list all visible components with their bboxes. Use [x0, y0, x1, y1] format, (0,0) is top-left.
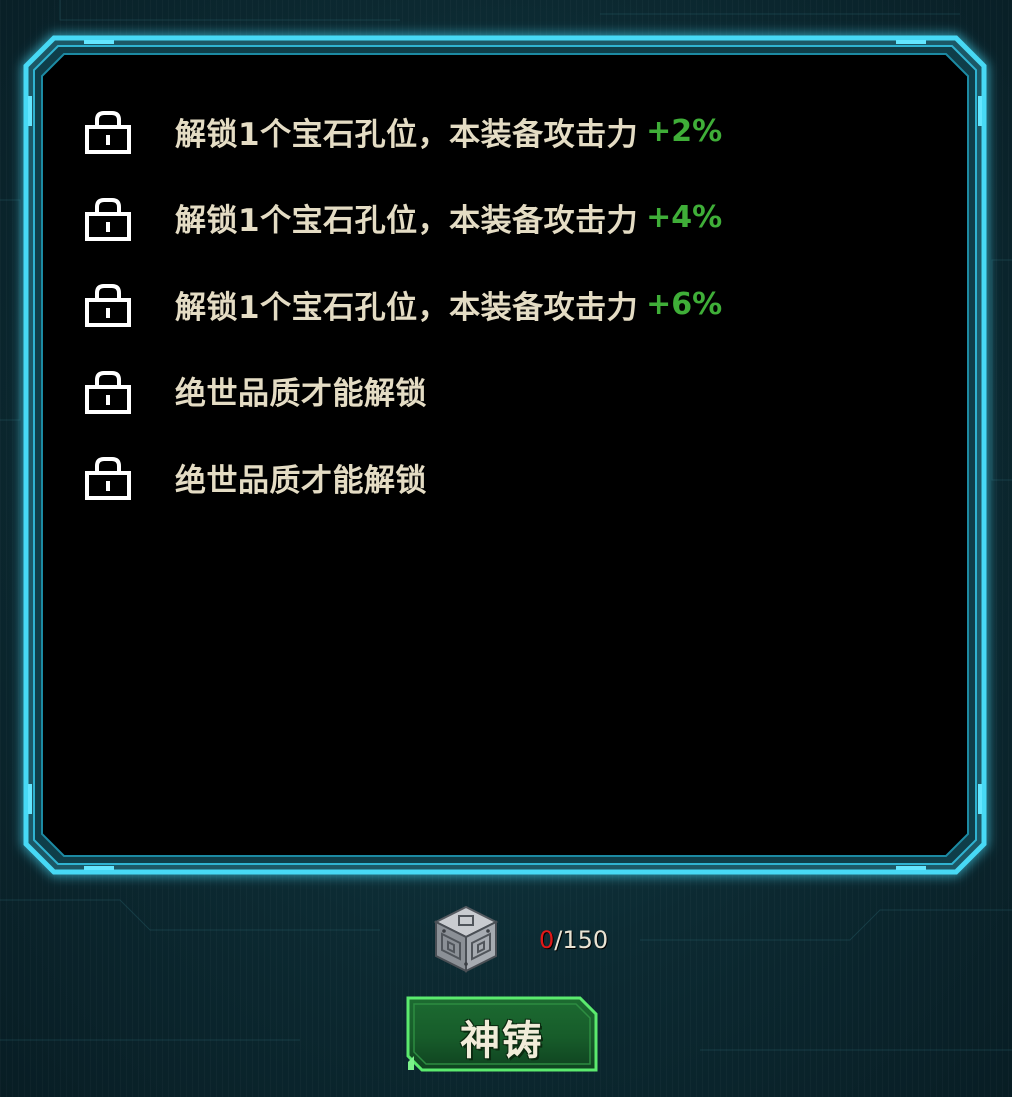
forge-button[interactable]: 神铸 [404, 994, 600, 1074]
cost-required: /150 [554, 926, 609, 954]
metal-cube-icon[interactable] [432, 904, 500, 974]
socket-row-3: 解锁1个宝石孔位，本装备攻击力 +6% [84, 261, 946, 348]
socket-description: 绝世品质才能解锁 [175, 376, 427, 413]
socket-list: 解锁1个宝石孔位，本装备攻击力 +2% 解锁1个宝石孔位，本装备攻击力 +4% … [84, 88, 946, 521]
lock-icon [84, 367, 132, 415]
socket-row-2: 解锁1个宝石孔位，本装备攻击力 +4% [84, 175, 946, 262]
lock-icon [84, 453, 132, 501]
attack-bonus: +6% [646, 286, 723, 322]
socket-row-4: 绝世品质才能解锁 [84, 348, 946, 435]
cost-counter: 0/150 [539, 926, 608, 954]
socket-description: 解锁1个宝石孔位，本装备攻击力 [175, 203, 639, 240]
attack-bonus: +2% [646, 113, 723, 149]
socket-description: 解锁1个宝石孔位，本装备攻击力 [175, 289, 639, 326]
lock-icon [84, 280, 132, 328]
attack-bonus: +4% [646, 200, 723, 236]
lock-icon [84, 107, 132, 155]
socket-panel: 解锁1个宝石孔位，本装备攻击力 +2% 解锁1个宝石孔位，本装备攻击力 +4% … [23, 35, 987, 875]
forge-button-label: 神铸 [460, 1018, 544, 1064]
socket-description: 解锁1个宝石孔位，本装备攻击力 [175, 116, 639, 153]
socket-row-5: 绝世品质才能解锁 [84, 434, 946, 521]
lock-icon [84, 194, 132, 242]
socket-row-1: 解锁1个宝石孔位，本装备攻击力 +2% [84, 88, 946, 175]
socket-description: 绝世品质才能解锁 [175, 462, 427, 499]
cost-current: 0 [539, 926, 555, 954]
forge-cost: 0/150 [432, 904, 632, 976]
